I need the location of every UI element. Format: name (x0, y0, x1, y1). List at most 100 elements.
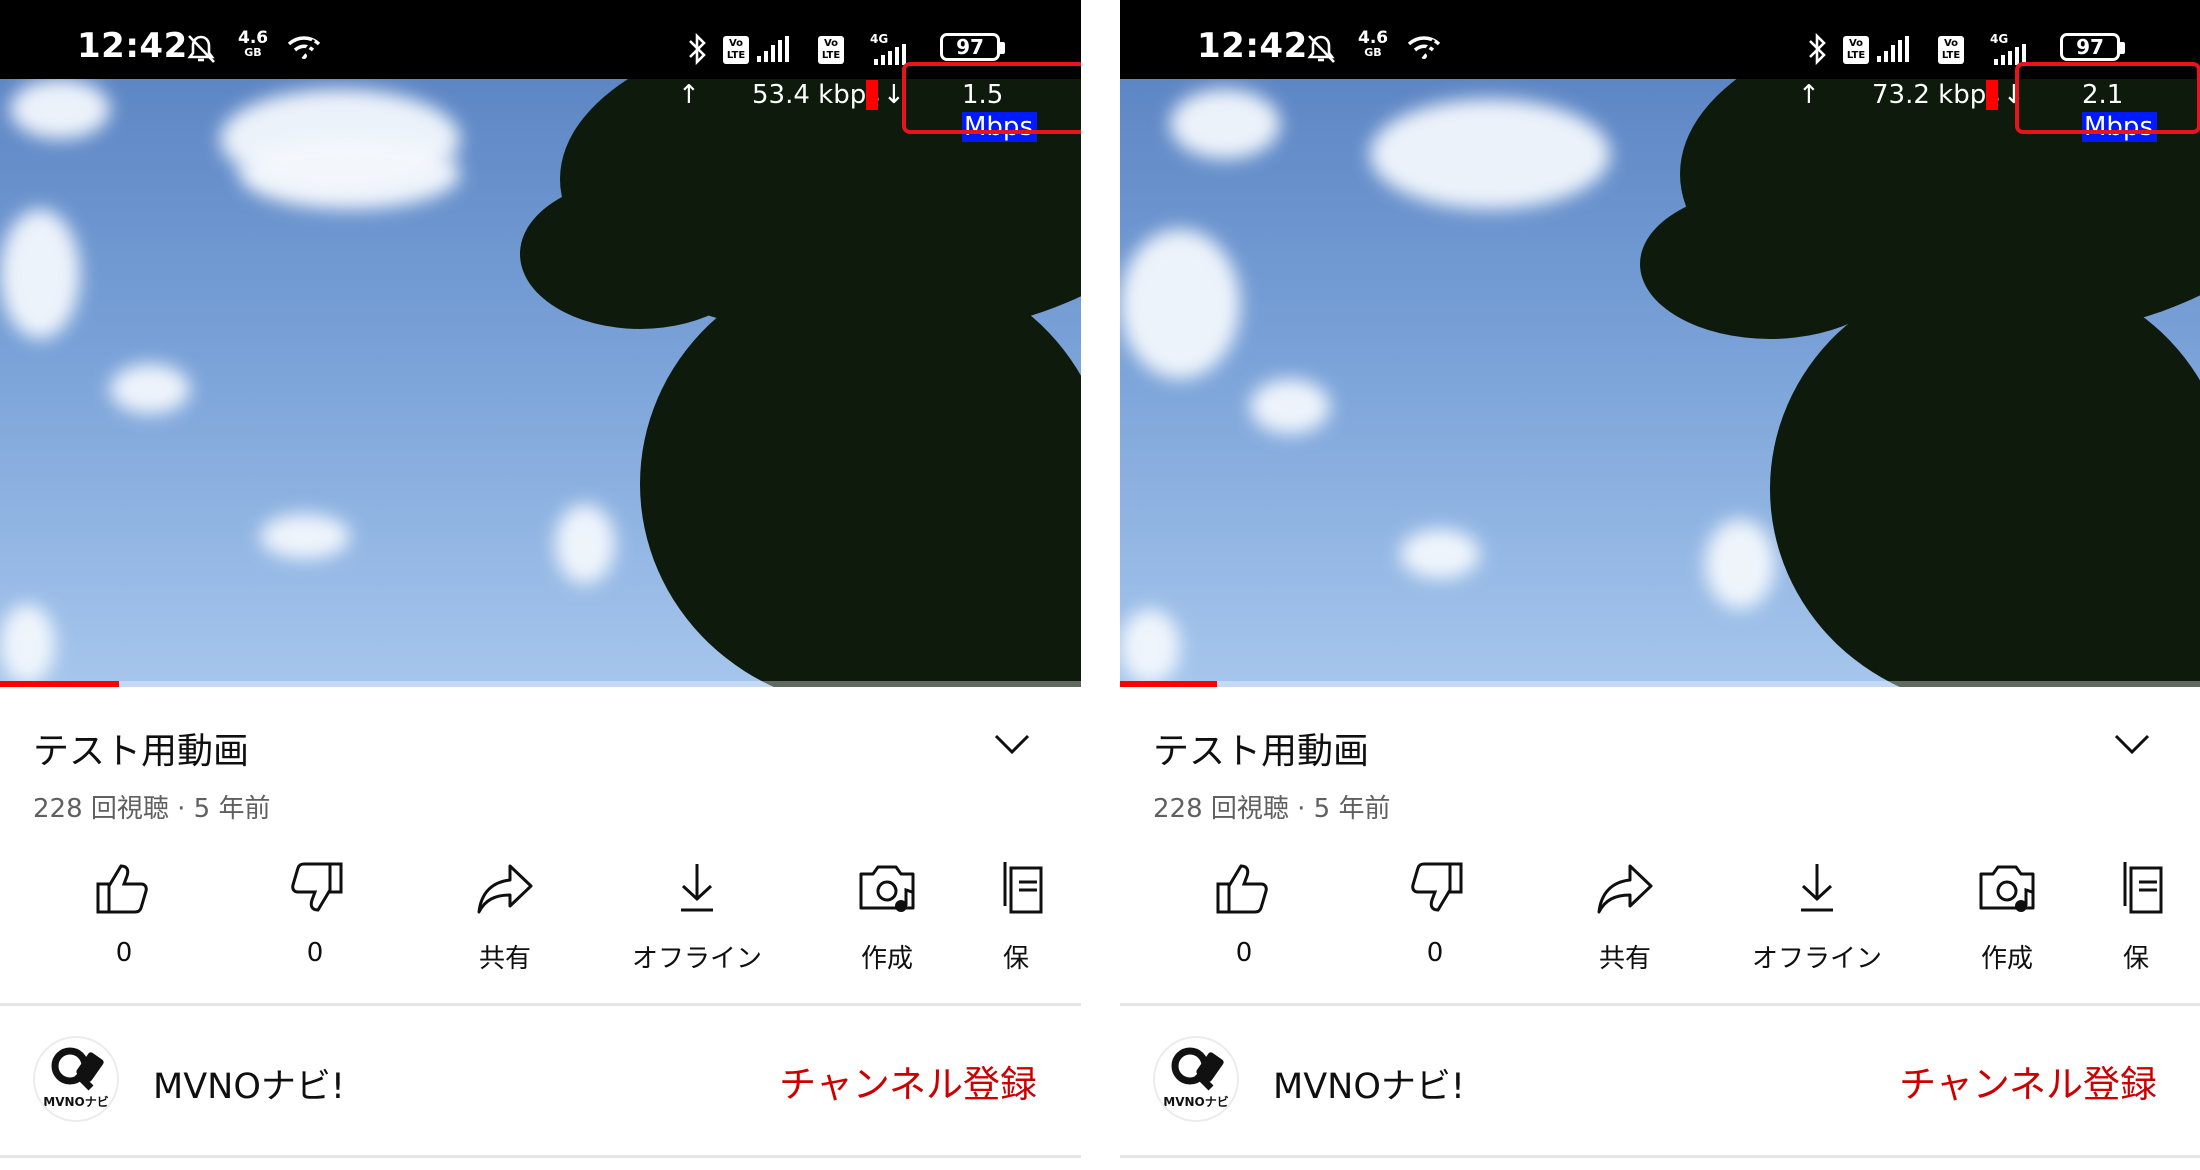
thumbs-up-icon (1216, 864, 1268, 914)
thumbs-down-icon (1411, 862, 1463, 912)
video-meta: 228 回視聴 · 5 年前 (33, 794, 271, 824)
status-time: 12:42 (77, 26, 188, 66)
upload-speed: 53.4 kbps (752, 80, 880, 110)
create-camera-icon (1979, 865, 2035, 912)
like-button[interactable]: 0 (49, 860, 199, 968)
share-label: 共有 (478, 944, 531, 974)
create-button[interactable]: 作成 (1932, 860, 2082, 975)
status-time: 12:42 (1197, 26, 1308, 66)
create-camera-icon (859, 865, 915, 912)
highlight-box (2015, 62, 2200, 134)
channel-logo-icon: MVNOナビ (43, 1047, 109, 1109)
video-meta: 228 回視聴 · 5 年前 (1153, 794, 1391, 824)
channel-avatar[interactable]: MVNOナビ (1153, 1036, 1239, 1122)
offline-label: オフライン (1751, 944, 1882, 974)
wifi-icon (287, 36, 321, 61)
dislike-button[interactable]: 0 (1360, 860, 1510, 968)
screenshot-panel-right: 12:42 4.6 GB Vo LTE Vo LTE 4G 97 ↑ 73.2 … (1120, 0, 2200, 1170)
wifi-icon (1407, 36, 1441, 61)
chevron-down-icon[interactable] (2113, 733, 2151, 755)
svg-text:MVNOナビ: MVNOナビ (43, 1094, 108, 1109)
battery-indicator: 97 (2060, 33, 2120, 61)
cloud (1705, 519, 1775, 609)
dislike-count: 0 (306, 938, 324, 968)
dislike-button[interactable]: 0 (240, 860, 390, 968)
cloud (1170, 89, 1280, 159)
video-title: テスト用動画 (1153, 731, 1370, 772)
bluetooth-icon (1809, 32, 1826, 66)
video-player[interactable] (1120, 79, 2200, 687)
mute-bell-icon (187, 35, 215, 63)
signal-icon (757, 36, 789, 62)
cloud (10, 79, 110, 139)
share-button[interactable]: 共有 (1550, 860, 1700, 975)
save-button[interactable]: 保 (2123, 860, 2183, 975)
channel-logo-icon: MVNOナビ (1163, 1047, 1229, 1109)
download-icon (681, 864, 713, 912)
divider (1120, 1003, 2200, 1006)
download-icon (1801, 864, 1833, 912)
video-title: テスト用動画 (33, 731, 250, 772)
upload-arrow-icon: ↑ (678, 80, 700, 110)
network-speed: 4.6 GB (1358, 28, 1389, 59)
cloud (240, 139, 460, 209)
like-count: 0 (1235, 938, 1253, 968)
create-label: 作成 (860, 944, 913, 974)
network-speed: 4.6 GB (238, 28, 269, 59)
cloud (1250, 379, 1330, 434)
share-button[interactable]: 共有 (430, 860, 580, 975)
divider (1120, 1155, 2200, 1158)
share-label: 共有 (1598, 944, 1651, 974)
dislike-count: 0 (1426, 938, 1444, 968)
offline-button[interactable]: オフライン (622, 860, 772, 975)
chevron-down-icon[interactable] (993, 733, 1031, 755)
like-button[interactable]: 0 (1169, 860, 1319, 968)
save-icon (1003, 862, 1043, 914)
upload-speed: 73.2 kbps (1872, 80, 2000, 110)
create-button[interactable]: 作成 (812, 860, 962, 975)
volte-badge-2: Vo LTE (1938, 36, 1964, 64)
offline-label: オフライン (631, 944, 762, 974)
signal-icon-2 (874, 44, 906, 65)
save-button[interactable]: 保 (1003, 860, 1063, 975)
cloud (1370, 99, 1610, 209)
share-icon (477, 864, 533, 914)
save-label: 保 (2123, 944, 2150, 974)
cloud (1120, 609, 1180, 684)
svg-text:MVNOナビ: MVNOナビ (1163, 1094, 1228, 1109)
battery-tip (1000, 42, 1005, 54)
channel-avatar[interactable]: MVNOナビ (33, 1036, 119, 1122)
cloud (110, 364, 190, 414)
create-label: 作成 (1980, 944, 2033, 974)
offline-button[interactable]: オフライン (1742, 860, 1892, 975)
divider (0, 1003, 1081, 1006)
share-icon (1597, 864, 1653, 914)
thumbs-up-icon (96, 864, 148, 914)
video-player[interactable] (0, 79, 1081, 687)
cloud (555, 504, 615, 584)
battery-indicator: 97 (940, 33, 1000, 61)
signal-icon (1877, 36, 1909, 62)
mute-bell-icon (1307, 35, 1335, 63)
video-progress-fill (0, 681, 119, 687)
cloud (0, 209, 80, 339)
cloud (1120, 229, 1240, 379)
video-progress-track[interactable] (0, 681, 1081, 687)
cloud (260, 514, 350, 559)
channel-name[interactable]: MVNOナビ! (153, 1058, 345, 1109)
volte-badge-2: Vo LTE (818, 36, 844, 64)
battery-tip (2120, 42, 2125, 54)
save-icon (2123, 862, 2163, 914)
channel-name[interactable]: MVNOナビ! (1273, 1058, 1465, 1109)
screenshot-panel-left: 12:42 4.6 GB Vo LTE Vo LTE 4G 97 ↑ 53.4 … (0, 0, 1081, 1170)
subscribe-button[interactable]: チャンネル登録 (779, 1054, 1037, 1108)
subscribe-button[interactable]: チャンネル登録 (1899, 1054, 2157, 1108)
divider (0, 1155, 1081, 1158)
like-count: 0 (115, 938, 133, 968)
video-progress-track[interactable] (1120, 681, 2200, 687)
volte-badge: Vo LTE (723, 36, 749, 64)
cloud (1400, 529, 1480, 579)
bluetooth-icon (689, 32, 706, 66)
highlight-box (902, 62, 1081, 134)
upload-arrow-icon: ↑ (1798, 80, 1820, 110)
